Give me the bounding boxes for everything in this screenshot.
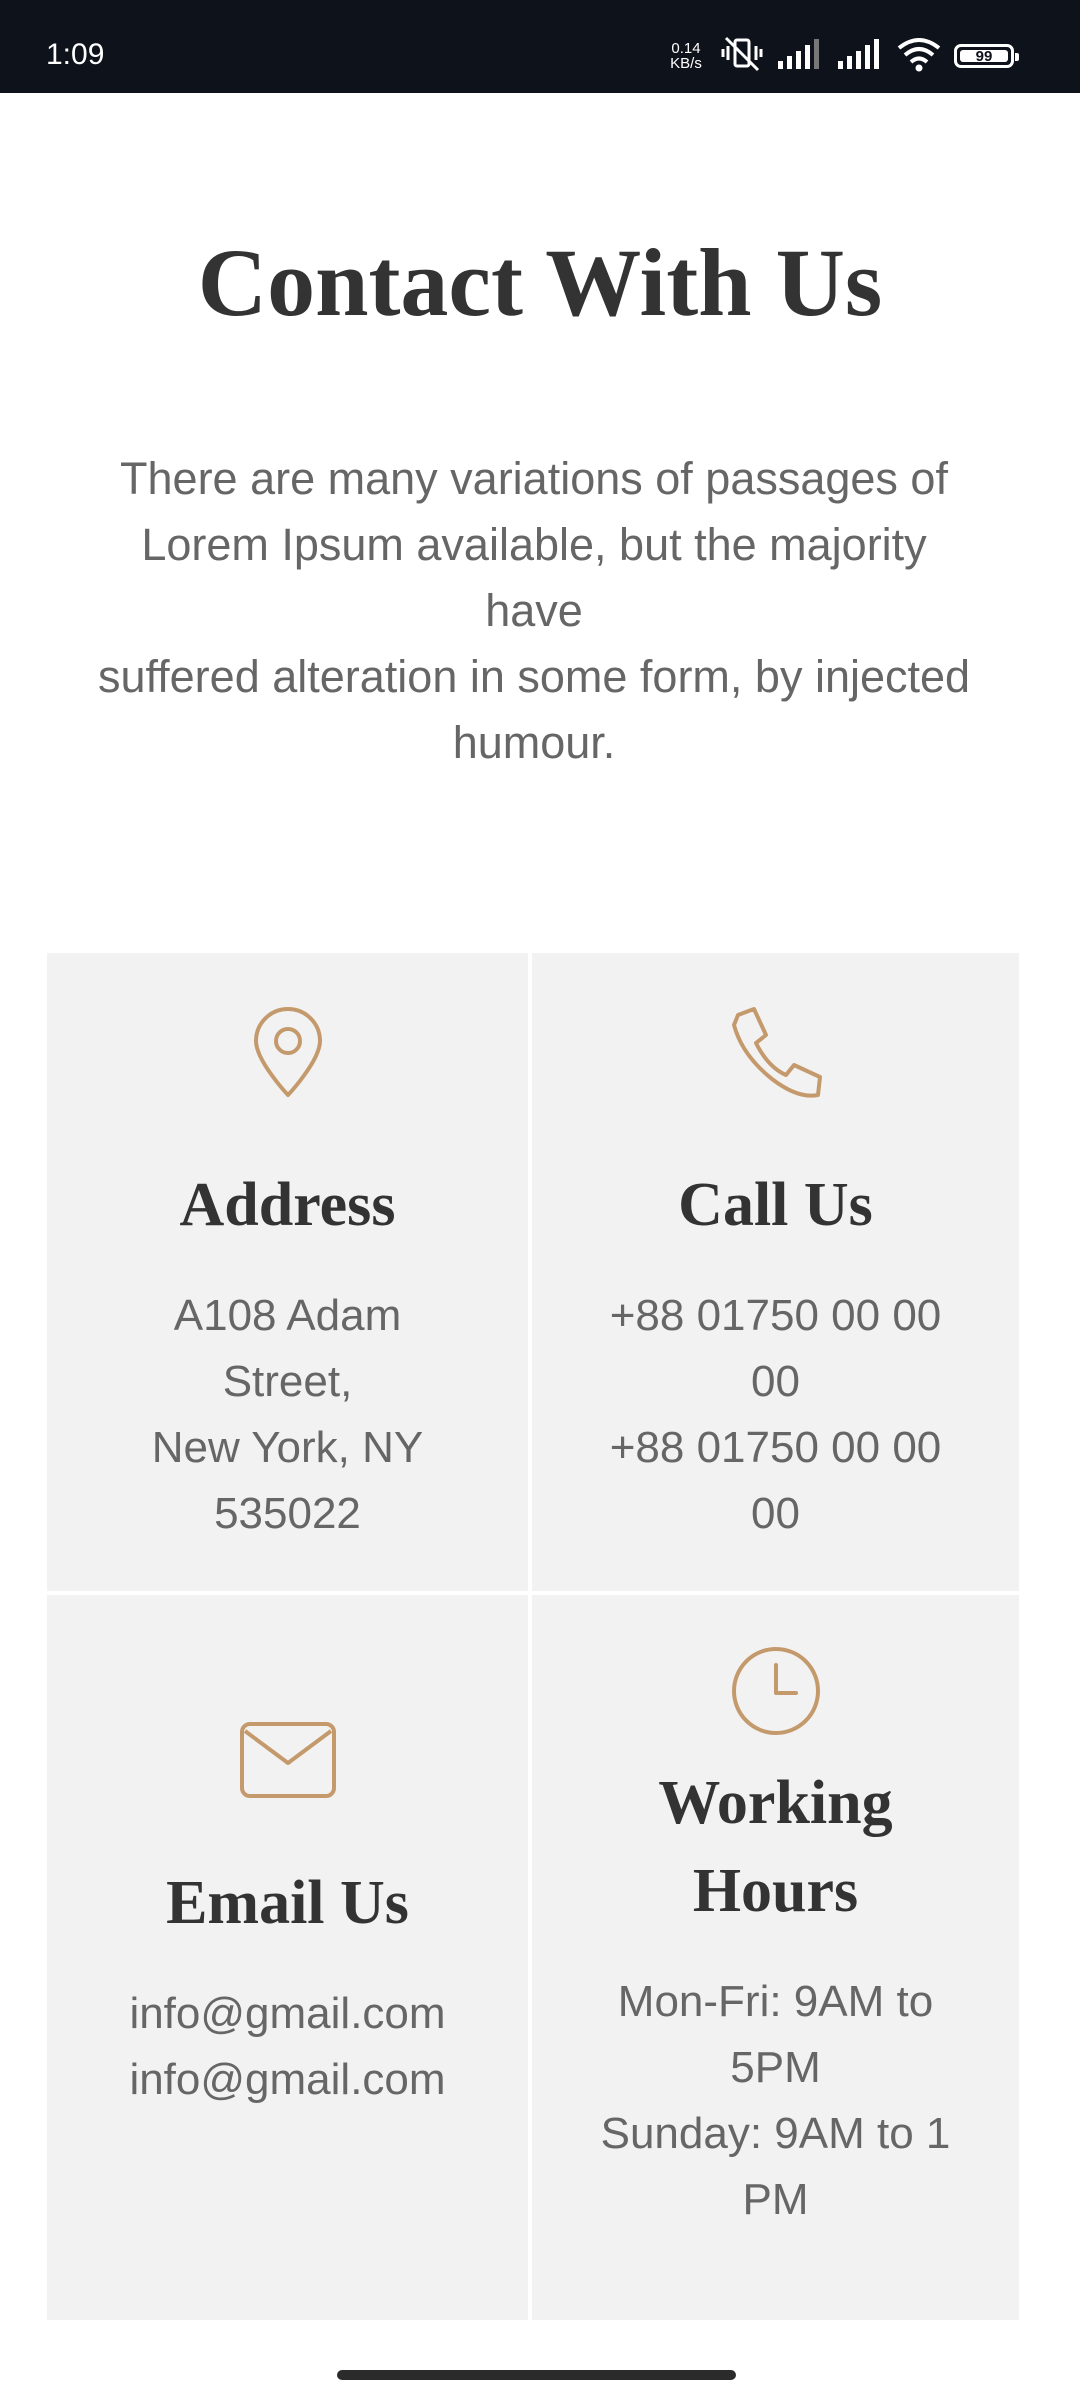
vibrate-off-icon <box>720 34 764 79</box>
phone-number-line[interactable]: 00 <box>556 1481 996 1547</box>
hours-line: Sunday: 9AM to 1 <box>600 2109 951 2158</box>
battery-level: 99 <box>975 47 993 65</box>
phone-number-line[interactable]: 00 <box>556 1349 996 1415</box>
hours-line: PM <box>742 2175 809 2224</box>
status-time: 1:09 <box>46 38 105 71</box>
signal-icon-1 <box>776 37 824 76</box>
hours-card: Working Hours Mon-Fri: 9AM to 5PM Sunday… <box>532 1595 1019 2320</box>
phone-number-line[interactable]: +88 01750 00 00 <box>556 1283 996 1349</box>
page-title: Contact With Us <box>197 229 883 336</box>
address-text: A108 Adam Street, New York, NY 535022 <box>78 1283 498 1547</box>
status-bar: 1:09 0.14 KB/s 99 <box>0 0 1080 93</box>
email-card: Email Us info@gmail.com info@gmail.com <box>47 1595 528 2320</box>
status-icons: 0.14 KB/s 99 <box>664 34 1019 79</box>
address-line: A108 Adam <box>173 1291 402 1340</box>
network-speed-unit: KB/s <box>670 55 702 72</box>
address-line: New York, NY <box>151 1423 424 1472</box>
wifi-icon <box>896 36 942 77</box>
network-speed-value: 0.14 <box>671 40 701 57</box>
intro-line: There are many variations of passages of <box>120 453 948 504</box>
hours-title-line: Hours <box>692 1857 859 1925</box>
envelope-icon <box>239 1721 337 1799</box>
intro-line: humour. <box>452 717 616 768</box>
intro-line: Lorem Ipsum available, but the majority <box>141 519 927 570</box>
address-card: Address A108 Adam Street, New York, NY 5… <box>47 953 528 1591</box>
network-speed: 0.14 KB/s <box>664 41 708 71</box>
email-link[interactable]: info@gmail.com <box>68 2047 508 2113</box>
call-text[interactable]: +88 01750 00 00 00 +88 01750 00 00 00 <box>556 1283 996 1547</box>
signal-icon-2 <box>836 37 884 76</box>
email-title: Email Us <box>166 1869 409 1937</box>
call-title: Call Us <box>678 1171 873 1239</box>
address-line: 535022 <box>214 1489 361 1538</box>
email-link[interactable]: info@gmail.com <box>68 1981 508 2047</box>
phone-number-line[interactable]: +88 01750 00 00 <box>556 1415 996 1481</box>
email-text[interactable]: info@gmail.com info@gmail.com <box>68 1981 508 2113</box>
intro-text: There are many variations of passages of… <box>44 446 1024 776</box>
intro-line: have <box>485 585 583 636</box>
hours-text: Mon-Fri: 9AM to 5PM Sunday: 9AM to 1 PM <box>556 1969 996 2233</box>
contact-grid: Address A108 Adam Street, New York, NY 5… <box>47 953 1019 2320</box>
location-pin-icon <box>250 1007 326 1099</box>
hours-line: 5PM <box>730 2043 821 2092</box>
hours-title: Working Hours <box>532 1759 1019 1935</box>
phone-icon <box>728 1005 824 1101</box>
address-line: Street, <box>222 1357 353 1406</box>
address-title: Address <box>179 1171 396 1239</box>
hours-line: Mon-Fri: 9AM to <box>617 1977 934 2026</box>
battery-icon: 99 <box>954 44 1019 68</box>
clock-icon <box>730 1645 822 1737</box>
home-indicator[interactable] <box>337 2370 736 2380</box>
intro-line: suffered alteration in some form, by inj… <box>97 651 971 702</box>
hours-title-line: Working <box>658 1769 893 1837</box>
call-card: Call Us +88 01750 00 00 00 +88 01750 00 … <box>532 953 1019 1591</box>
